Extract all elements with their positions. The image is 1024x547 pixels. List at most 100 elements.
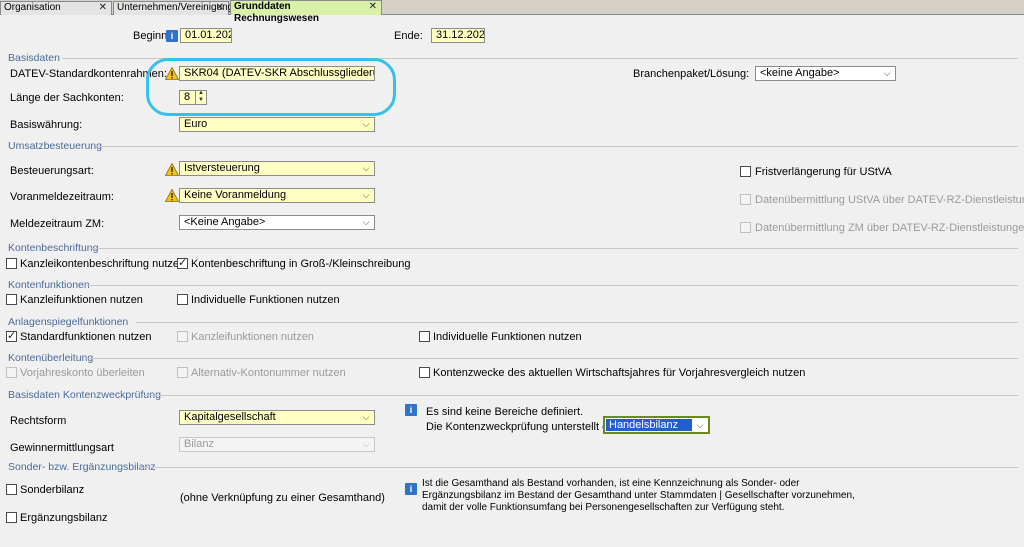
meldezeitraum-zm-label: Meldezeitraum ZM:	[10, 218, 105, 230]
gewinnermittlungsart-value: Bilanz	[184, 438, 214, 450]
chevron-down-icon[interactable]: ⌵	[694, 419, 706, 432]
section-sonderbilanz: Sonder- bzw. Ergänzungsbilanz	[8, 461, 1018, 473]
fristverlaengerung-checkbox[interactable]	[740, 166, 751, 177]
kontenfunktionen-kanzlei-label: Kanzleifunktionen nutzen	[20, 294, 143, 306]
sonderbilanz-checkbox[interactable]	[6, 484, 17, 495]
branche-label: Branchenpaket/Lösung:	[633, 68, 750, 80]
kontenzweck-unterstellt-label: Die Kontenzweckprüfung unterstellt eine:	[426, 421, 626, 433]
laenge-label: Länge der Sachkonten:	[10, 92, 124, 104]
voranmeldezeitraum-select[interactable]: Keine Voranmeldung ⌵	[179, 188, 375, 203]
annotation-highlight-ring	[146, 58, 396, 116]
begin-date-field[interactable]: 01.01.2022	[180, 28, 232, 43]
voranmeldezeitraum-value: Keine Voranmeldung	[184, 189, 287, 201]
bereiche-info-text: Es sind keine Bereiche definiert.	[426, 406, 584, 418]
anlagen-standard-checkbox[interactable]	[6, 329, 17, 342]
besteuerungsart-value: Istversteuerung	[184, 162, 260, 174]
alternativ-kontonummer-label: Alternativ-Kontonummer nutzen	[191, 367, 346, 379]
kontenzwecke-vorjahr-checkbox[interactable]	[419, 367, 430, 378]
gross-kleinschreibung-label: Kontenbeschriftung in Groß-/Kleinschreib…	[191, 258, 411, 270]
info-icon: i	[166, 30, 178, 42]
waehrung-label: Basiswährung:	[10, 119, 83, 131]
section-title: Umsatzbesteuerung	[8, 140, 102, 152]
datev-zm-checkbox[interactable]	[740, 222, 751, 233]
section-title: Kontenüberleitung	[8, 352, 94, 364]
datev-ustva-label: Datenübermittlung UStVA über DATEV-RZ-Di…	[755, 194, 1024, 206]
vorjahreskonto-checkbox[interactable]	[6, 367, 17, 378]
datev-ustva-checkbox[interactable]	[740, 194, 751, 205]
meldezeitraum-zm-value: <Keine Angabe>	[184, 216, 266, 228]
warning-icon	[165, 163, 179, 176]
section-umsatzbesteuerung: Umsatzbesteuerung	[8, 140, 1018, 152]
section-divider	[140, 467, 1018, 468]
section-title: Kontenfunktionen	[8, 279, 90, 291]
waehrung-value: Euro	[184, 118, 208, 130]
end-label: Ende:	[394, 30, 423, 42]
section-kontenbeschriftung: Kontenbeschriftung	[8, 242, 1018, 254]
close-icon[interactable]: ✕	[216, 2, 224, 14]
vorjahreskonto-label: Vorjahreskonto überleiten	[20, 367, 145, 379]
kanzleikontenbeschriftung-checkbox[interactable]	[6, 258, 17, 269]
datev-zm-label: Datenübermittlung ZM über DATEV-RZ-Diens…	[755, 222, 1024, 234]
kontenfunktionen-kanzlei-checkbox[interactable]	[6, 294, 17, 305]
chevron-down-icon[interactable]: ⌵	[881, 67, 893, 80]
kontenfunktionen-individuell-checkbox[interactable]	[177, 294, 188, 305]
branche-select[interactable]: <keine Angabe> ⌵	[755, 66, 896, 81]
ergaenzungsbilanz-label: Ergänzungsbilanz	[20, 512, 108, 524]
branche-value: <keine Angabe>	[760, 67, 840, 79]
bilanzart-value: Handelsbilanz	[606, 419, 692, 431]
sonderbilanz-label: Sonderbilanz	[20, 484, 85, 496]
tab-label: Grunddaten Rechnungswesen	[234, 1, 320, 24]
chevron-down-icon[interactable]: ⌵	[360, 411, 372, 424]
begin-label: Beginn:	[133, 30, 171, 42]
section-divider	[86, 358, 1018, 359]
rechtsform-select[interactable]: Kapitalgesellschaft ⌵	[179, 410, 375, 425]
waehrung-select[interactable]: Euro ⌵	[179, 117, 375, 132]
tab-unternehmen[interactable]: Unternehmen/Vereinigung ✕	[113, 1, 233, 15]
section-title: Anlagenspiegelfunktionen	[8, 316, 129, 328]
chevron-down-icon[interactable]: ⌵	[360, 118, 372, 131]
chevron-down-icon[interactable]: ⌵	[360, 216, 372, 229]
alternativ-kontonummer-checkbox[interactable]	[177, 367, 188, 378]
close-icon[interactable]: ✕	[369, 1, 377, 13]
section-divider	[136, 322, 1018, 323]
gewinnermittlungsart-select[interactable]: Bilanz ⌵	[179, 437, 375, 452]
chevron-down-icon[interactable]: ⌵	[360, 438, 372, 451]
section-title: Sonder- bzw. Ergänzungsbilanz	[8, 461, 156, 473]
section-title: Basisdaten	[8, 52, 60, 64]
bilanzart-select[interactable]: Handelsbilanz ⌵	[603, 416, 710, 434]
section-title: Kontenbeschriftung	[8, 242, 99, 254]
besteuerungsart-label: Besteuerungsart:	[10, 165, 94, 177]
kontenzwecke-vorjahr-label: Kontenzwecke des aktuellen Wirtschaftsja…	[433, 367, 806, 379]
section-anlagenspiegel: Anlagenspiegelfunktionen	[8, 316, 1018, 328]
rechtsform-value: Kapitalgesellschaft	[184, 411, 276, 423]
kontenfunktionen-individuell-label: Individuelle Funktionen nutzen	[191, 294, 340, 306]
anlagen-individuell-label: Individuelle Funktionen nutzen	[433, 331, 582, 343]
section-kontenueberleitung: Kontenüberleitung	[8, 352, 1018, 364]
info-icon: i	[405, 483, 417, 495]
anlagen-individuell-checkbox[interactable]	[419, 331, 430, 342]
section-title: Basisdaten Kontenzweckprüfung	[8, 389, 161, 401]
kanzleikontenbeschriftung-label: Kanzleikontenbeschriftung nutzen	[20, 258, 186, 270]
besteuerungsart-select[interactable]: Istversteuerung ⌵	[179, 161, 375, 176]
section-divider	[144, 395, 1018, 396]
anlagen-standard-label: Standardfunktionen nutzen	[20, 331, 152, 343]
fristverlaengerung-label: Fristverlängerung für UStVA	[755, 166, 892, 178]
tab-grunddaten-rechnungswesen[interactable]: Grunddaten Rechnungswesen ✕	[230, 0, 382, 24]
anlagen-kanzlei-label: Kanzleifunktionen nutzen	[191, 331, 314, 343]
kontenrahmen-label: DATEV-Standardkontenrahmen:	[10, 68, 167, 80]
tab-organisation[interactable]: Organisation ✕	[0, 1, 112, 15]
gross-kleinschreibung-checkbox[interactable]	[177, 256, 188, 269]
close-icon[interactable]: ✕	[99, 2, 107, 14]
anlagen-kanzlei-checkbox[interactable]	[177, 331, 188, 342]
tab-label: Organisation	[4, 2, 61, 13]
warning-icon	[165, 189, 179, 202]
section-divider	[82, 285, 1018, 286]
voranmeldezeitraum-label: Voranmeldezeitraum:	[10, 191, 114, 203]
rechtsform-label: Rechtsform	[10, 415, 67, 427]
chevron-down-icon[interactable]: ⌵	[360, 189, 372, 202]
meldezeitraum-zm-select[interactable]: <Keine Angabe> ⌵	[179, 215, 375, 230]
chevron-down-icon[interactable]: ⌵	[360, 162, 372, 175]
end-date-field[interactable]: 31.12.2022	[431, 28, 485, 43]
ergaenzungsbilanz-checkbox[interactable]	[6, 512, 17, 523]
tab-bar: Organisation ✕ Unternehmen/Vereinigung ✕…	[0, 0, 1024, 24]
